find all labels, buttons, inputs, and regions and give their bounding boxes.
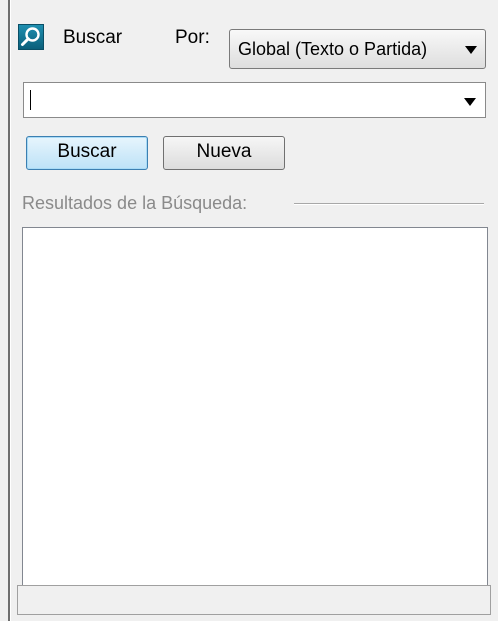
scope-select-value: Global (Texto o Partida) <box>238 39 428 59</box>
results-group-divider <box>294 203 484 205</box>
text-caret <box>30 90 31 110</box>
chevron-down-icon[interactable] <box>465 46 477 54</box>
results-list[interactable] <box>22 227 488 589</box>
search-button[interactable]: Buscar <box>26 136 148 170</box>
search-icon <box>18 24 44 50</box>
scope-select[interactable]: Global (Texto o Partida) <box>229 29 486 69</box>
results-group-label: Resultados de la Búsqueda: <box>22 193 248 214</box>
search-panel: Buscar Por: Global (Texto o Partida) Bus… <box>0 0 498 621</box>
panel-title: Buscar <box>63 27 123 48</box>
status-bar <box>17 585 491 615</box>
search-input[interactable] <box>23 82 486 118</box>
splitter-highlight <box>10 0 11 621</box>
new-search-button[interactable]: Nueva <box>163 136 285 170</box>
scope-label: Por: <box>175 27 210 48</box>
chevron-down-icon[interactable] <box>464 98 476 106</box>
